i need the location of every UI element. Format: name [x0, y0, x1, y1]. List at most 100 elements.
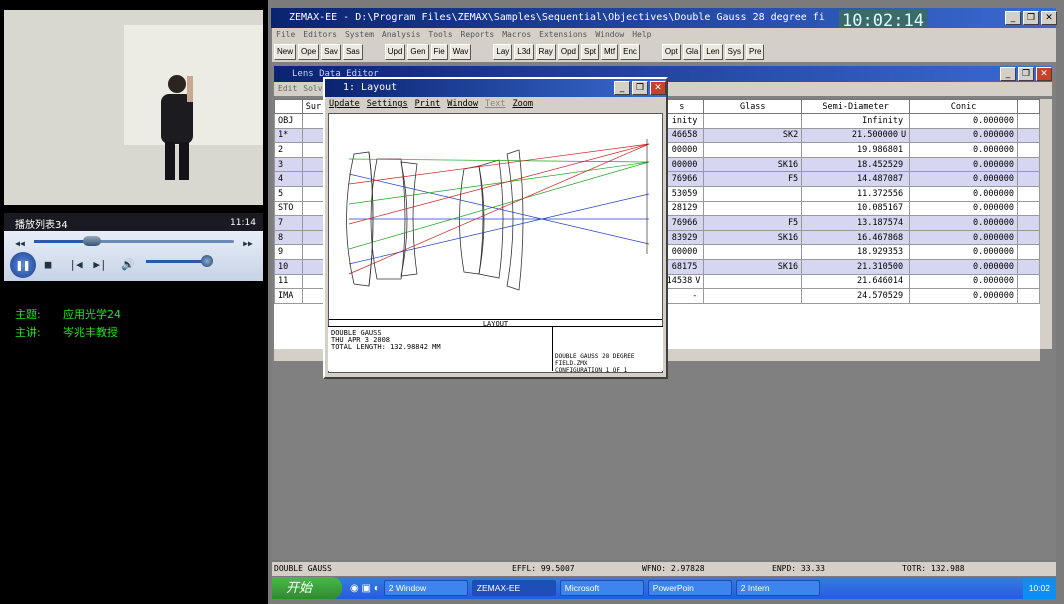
cell-semi[interactable]: 14.487087 [801, 171, 911, 187]
layout-menu-text[interactable]: Text [485, 97, 505, 112]
previous-icon[interactable]: |◀ [66, 254, 86, 274]
layout-restore-button[interactable]: ❐ [632, 81, 648, 95]
cell-semi[interactable]: 21.646014 [801, 273, 911, 290]
lde-menu-edit[interactable]: Edit [278, 82, 297, 96]
cell-semi[interactable]: 21.500000 U [801, 127, 911, 144]
cell-conic[interactable]: 0.000000 [909, 215, 1018, 231]
cell-empty[interactable] [301, 113, 325, 129]
cell-empty[interactable] [301, 171, 325, 187]
cell-conic[interactable]: 0.000000 [909, 273, 1018, 290]
quicklaunch-icons[interactable]: ◉ ▣ ◐ [350, 583, 380, 594]
cell-empty[interactable] [301, 215, 325, 231]
restore-button[interactable]: ❐ [1023, 11, 1039, 25]
layout-window[interactable]: 1: Layout _ ❐ ✕ Update Settings Print Windo… [323, 77, 668, 379]
lde-minimize-button[interactable]: _ [1000, 67, 1016, 81]
layout-menu-print[interactable]: Print [415, 97, 441, 112]
cell-glass[interactable] [703, 113, 803, 129]
col-semi-diameter[interactable]: Semi-Diameter [801, 99, 911, 114]
cell-semi[interactable]: 11.372556 [801, 185, 911, 202]
cell-semi[interactable]: Infinity [801, 113, 911, 129]
vertical-scrollbar[interactable] [1040, 99, 1052, 349]
layout-menu-settings[interactable]: Settings [367, 97, 408, 112]
lde-restore-button[interactable]: ❐ [1018, 67, 1034, 81]
cell-surf[interactable]: 4 [274, 171, 303, 187]
cell-surf[interactable]: 7 [274, 215, 303, 231]
cell-conic[interactable]: 0.000000 [909, 229, 1018, 246]
cell-glass[interactable] [703, 200, 803, 217]
cell-surf[interactable]: 9 [274, 244, 303, 260]
tool-sas-button[interactable]: Sas [342, 44, 363, 60]
cell-empty[interactable] [301, 244, 325, 260]
cell-glass[interactable] [703, 244, 803, 260]
tool-pre-button[interactable]: Pre [745, 44, 765, 60]
cell-empty[interactable] [1016, 288, 1041, 304]
cell-conic[interactable]: 0.000000 [909, 258, 1018, 275]
layout-menu-window[interactable]: Window [447, 97, 478, 112]
taskbar-item[interactable]: 2 Window [383, 580, 468, 596]
cell-empty[interactable] [1016, 113, 1041, 129]
cell-empty[interactable] [301, 142, 325, 158]
cell-glass[interactable]: SK16 [703, 258, 803, 275]
cell-empty[interactable] [301, 185, 325, 202]
cell-empty[interactable] [1016, 127, 1041, 144]
cell-conic[interactable]: 0.000000 [909, 127, 1018, 144]
tool-new-button[interactable]: New [274, 44, 297, 60]
cell-empty[interactable] [1016, 244, 1041, 260]
minimize-button[interactable]: _ [1005, 11, 1021, 25]
cell-surf[interactable]: 3 [274, 156, 303, 173]
tool-opt-button[interactable]: Opt [661, 44, 681, 60]
cell-semi[interactable]: 18.929353 [801, 244, 911, 260]
layout-minimize-button[interactable]: _ [614, 81, 630, 95]
cell-surf[interactable]: 8 [274, 229, 303, 246]
cell-semi[interactable]: 18.452529 [801, 156, 911, 173]
volume-icon[interactable]: 🔊 [118, 254, 138, 274]
cell-semi[interactable]: 24.570529 [801, 288, 911, 304]
cell-glass[interactable] [703, 273, 803, 290]
cell-conic[interactable]: 0.000000 [909, 185, 1018, 202]
cell-empty[interactable] [301, 288, 325, 304]
volume-handle[interactable] [201, 255, 214, 267]
menu-reports[interactable]: Reports [461, 28, 495, 42]
cell-empty[interactable] [301, 127, 325, 144]
cell-surf[interactable]: STO [274, 200, 303, 217]
tool-spt-button[interactable]: Spt [581, 44, 600, 60]
cell-semi[interactable]: 19.986801 [801, 142, 911, 158]
layout-close-button[interactable]: ✕ [650, 81, 666, 95]
cell-glass[interactable]: SK2 [703, 127, 803, 144]
menu-tools[interactable]: Tools [428, 28, 452, 42]
cell-conic[interactable]: 0.000000 [909, 142, 1018, 158]
cell-conic[interactable]: 0.000000 [909, 244, 1018, 260]
tool-gla-button[interactable]: Gla [682, 44, 702, 60]
cell-surf[interactable]: 11 [274, 273, 303, 290]
next-icon[interactable]: ▶| [90, 254, 110, 274]
menu-window[interactable]: Window [595, 28, 624, 42]
cell-empty[interactable] [301, 200, 325, 217]
cell-conic[interactable]: 0.000000 [909, 288, 1018, 304]
menu-system[interactable]: System [345, 28, 374, 42]
cell-conic[interactable]: 0.000000 [909, 113, 1018, 129]
cell-empty[interactable] [1016, 156, 1041, 173]
cell-semi[interactable]: 21.310500 [801, 258, 911, 275]
tool-mtf-button[interactable]: Mtf [601, 44, 619, 60]
cell-surf[interactable]: IMA [274, 288, 303, 304]
rewind-icon[interactable]: ◀◀ [10, 233, 30, 253]
video-frame[interactable] [4, 10, 263, 205]
tool-ray-button[interactable]: Ray [535, 44, 556, 60]
tool-gen-button[interactable]: Gen [407, 44, 429, 60]
menu-macros[interactable]: Macros [502, 28, 531, 42]
menu-file[interactable]: File [276, 28, 295, 42]
menu-editors[interactable]: Editors [303, 28, 337, 42]
cell-surf[interactable]: 5 [274, 185, 303, 202]
pause-button[interactable]: ❚❚ [10, 252, 36, 278]
layout-menu-update[interactable]: Update [329, 97, 360, 112]
cell-glass[interactable]: SK16 [703, 229, 803, 246]
start-button[interactable]: 开始 [272, 577, 342, 599]
taskbar-item[interactable]: Microsoft [559, 580, 644, 596]
cell-empty[interactable] [1016, 258, 1041, 275]
cell-surf[interactable]: 10 [274, 258, 303, 275]
cell-glass[interactable] [703, 288, 803, 304]
col-surf[interactable]: Sur [301, 99, 325, 114]
cell-empty[interactable] [1016, 142, 1041, 158]
tool-ope-button[interactable]: Ope [298, 44, 320, 60]
tool-sav-button[interactable]: Sav [321, 44, 341, 60]
